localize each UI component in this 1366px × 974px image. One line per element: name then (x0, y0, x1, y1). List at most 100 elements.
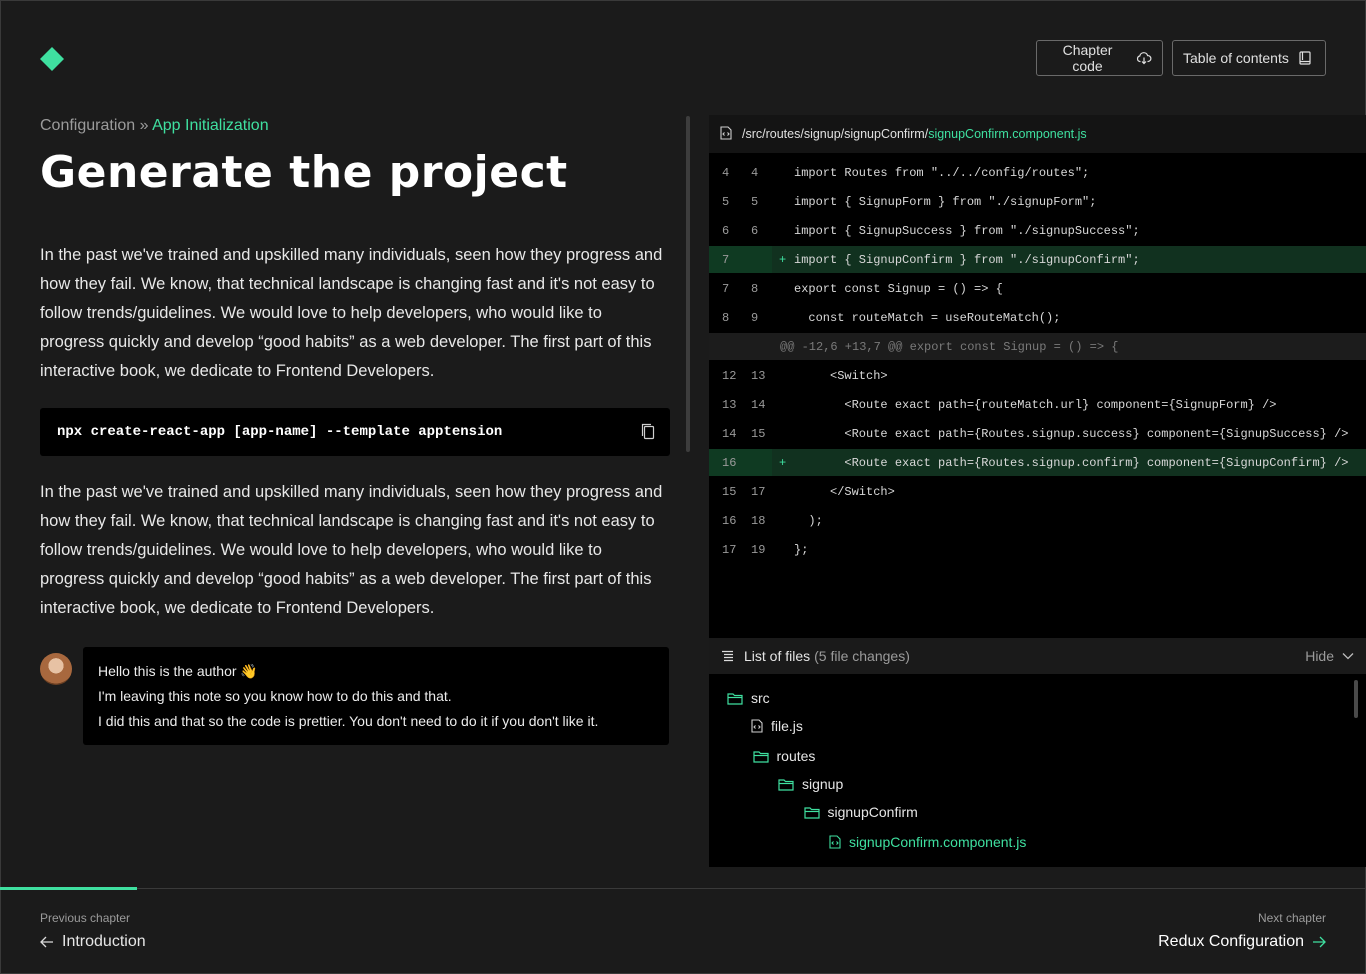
chapter-progress-bar (0, 887, 137, 890)
copy-icon[interactable] (640, 423, 656, 441)
code-line: 14 15 <Route exact path={Routes.signup.su… (709, 420, 1366, 447)
code-line: 17 19}; (709, 536, 1366, 563)
code-text: }; (794, 543, 809, 557)
code-text: </Switch> (794, 485, 895, 499)
chapter-code-button[interactable]: Chapter code (1036, 40, 1163, 76)
author-note-line-3: I did this and that so the code is prett… (98, 713, 599, 729)
code-line: 15 17 </Switch> (709, 478, 1366, 505)
old-line-number: 6 (722, 224, 730, 238)
files-list-title: List of files (744, 648, 811, 664)
command-block: npx create-react-app [app-name] --templa… (40, 408, 670, 456)
code-text: export const Signup = () => { (794, 282, 1003, 296)
folder-icon (727, 692, 743, 705)
diff-add-marker: + (779, 456, 787, 470)
tree-file[interactable]: file.js (751, 716, 803, 736)
tree-folder[interactable]: signup (778, 774, 843, 794)
code-line: 16 18 ); (709, 507, 1366, 534)
folder-icon (778, 778, 794, 791)
code-line: 4 4 import Routes from "../../config/route… (709, 159, 1366, 186)
code-text: <Switch> (794, 369, 888, 383)
new-line-number: 9 (751, 311, 759, 325)
code-file-icon (720, 125, 732, 143)
breadcrumb-parent[interactable]: Configuration (40, 117, 135, 134)
code-file-icon (829, 835, 841, 849)
content-scrollbar[interactable] (686, 116, 690, 452)
new-line-number: 18 (751, 514, 766, 528)
tree-item-label: routes (776, 748, 816, 764)
diff-added-line: 16 + <Route exact path={Routes.signup.con… (709, 449, 1366, 476)
intro-paragraph: In the past we've trained and upskilled … (40, 246, 663, 380)
tree-item-label: signupConfirm (827, 804, 918, 820)
code-diff: 4 4 import Routes from "../../config/route… (709, 153, 1366, 638)
old-line-number: 7 (722, 282, 730, 296)
author-note-line-1: Hello this is the author 👋 (98, 663, 258, 679)
code-text: import { SignupSuccess } from "./signupS… (794, 224, 1140, 238)
author-note-line-2: I'm leaving this note so you know how to… (98, 688, 452, 704)
files-tree: src file.js routes signup signupConfirm signu… (709, 675, 1366, 867)
tree-file[interactable]: signupConfirm.component.js (829, 832, 1026, 852)
next-chapter-label: Redux Configuration (1158, 933, 1304, 950)
hide-files-button[interactable]: Hide (1305, 648, 1354, 664)
code-file-header: /src/routes/signup/signupConfirm/signupC… (709, 115, 1366, 153)
old-line-number: 8 (722, 311, 730, 325)
tree-item-label: file.js (771, 718, 803, 734)
code-text: @@ -12,6 +13,7 @@ export const Signup = … (780, 340, 1119, 354)
command-text: npx create-react-app [app-name] --templa… (57, 424, 503, 440)
cloud-download-icon (1136, 50, 1152, 66)
previous-chapter-caption: Previous chapter (40, 911, 131, 925)
tree-folder[interactable]: signupConfirm (803, 802, 918, 822)
author-avatar (40, 653, 72, 685)
code-text: <Route exact path={Routes.signup.confirm… (794, 456, 1349, 470)
files-list-header: List of files (5 file changes) Hide (709, 638, 1366, 674)
code-file-dir: /src/routes/signup/signupConfirm/ (742, 127, 929, 141)
files-tree-scrollbar[interactable] (1354, 680, 1358, 718)
diff-added-line: 7 + import { SignupConfirm } from "./signu… (709, 246, 1366, 273)
new-line-number: 6 (751, 224, 759, 238)
old-line-number: 16 (722, 456, 737, 470)
content-column: Configuration » App Initialization Gener… (40, 115, 670, 745)
code-line: 6 6 import { SignupSuccess } from "./signu… (709, 217, 1366, 244)
previous-chapter-label: Introduction (62, 933, 146, 950)
code-file-name: signupConfirm.component.js (928, 127, 1087, 141)
book-icon (1297, 50, 1313, 66)
chapter-code-label: Chapter code (1062, 42, 1113, 74)
old-line-number: 17 (722, 543, 737, 557)
page-title: Generate the project (40, 147, 568, 198)
code-text: import { SignupForm } from "./signupForm… (794, 195, 1097, 209)
chevron-down-icon (1342, 652, 1354, 660)
breadcrumb: Configuration » App Initialization (40, 115, 670, 137)
folder-icon (803, 806, 820, 819)
code-text: const routeMatch = useRouteMatch(); (794, 311, 1061, 325)
code-text: import Routes from "../../config/routes"… (794, 166, 1090, 180)
tree-folder[interactable]: routes (752, 746, 816, 766)
breadcrumb-separator: » (135, 117, 153, 134)
previous-chapter-link[interactable]: Previous chapter Introduction (40, 911, 146, 951)
code-text: <Route exact path={routeMatch.url} compo… (794, 398, 1277, 412)
tree-item-label: signupConfirm.component.js (849, 834, 1027, 850)
breadcrumb-current[interactable]: App Initialization (152, 117, 269, 134)
code-line: 8 9 const routeMatch = useRouteMatch(); (709, 304, 1366, 331)
code-line: 5 5 import { SignupForm } from "./signupFo… (709, 188, 1366, 215)
table-of-contents-button[interactable]: Table of contents (1172, 40, 1326, 76)
code-line: 7 8 export const Signup = () => { (709, 275, 1366, 302)
old-line-number: 7 (722, 253, 730, 267)
new-line-number: 5 (751, 195, 759, 209)
tree-item-label: signup (802, 776, 844, 792)
files-change-count: (5 file changes) (814, 648, 910, 664)
logo-icon[interactable] (40, 47, 64, 71)
next-chapter-link[interactable]: Next chapter Redux Configuration (1158, 911, 1326, 951)
new-line-number: 8 (751, 282, 759, 296)
code-file-path: /src/routes/signup/signupConfirm/signupC… (742, 127, 1087, 141)
tree-folder[interactable]: src (727, 688, 770, 708)
list-icon (721, 650, 734, 662)
new-line-number: 4 (751, 166, 759, 180)
code-text: <Route exact path={Routes.signup.success… (794, 427, 1349, 441)
diff-hunk-header: @@ -12,6 +13,7 @@ export const Signup = … (709, 333, 1366, 360)
old-line-number: 5 (722, 195, 730, 209)
diff-add-marker: + (779, 253, 787, 267)
arrow-right-icon (1312, 936, 1326, 948)
chapter-footer: Previous chapter Introduction Next chapt… (0, 887, 1366, 974)
old-line-number: 12 (722, 369, 737, 383)
new-line-number: 19 (751, 543, 766, 557)
new-line-number: 17 (751, 485, 766, 499)
